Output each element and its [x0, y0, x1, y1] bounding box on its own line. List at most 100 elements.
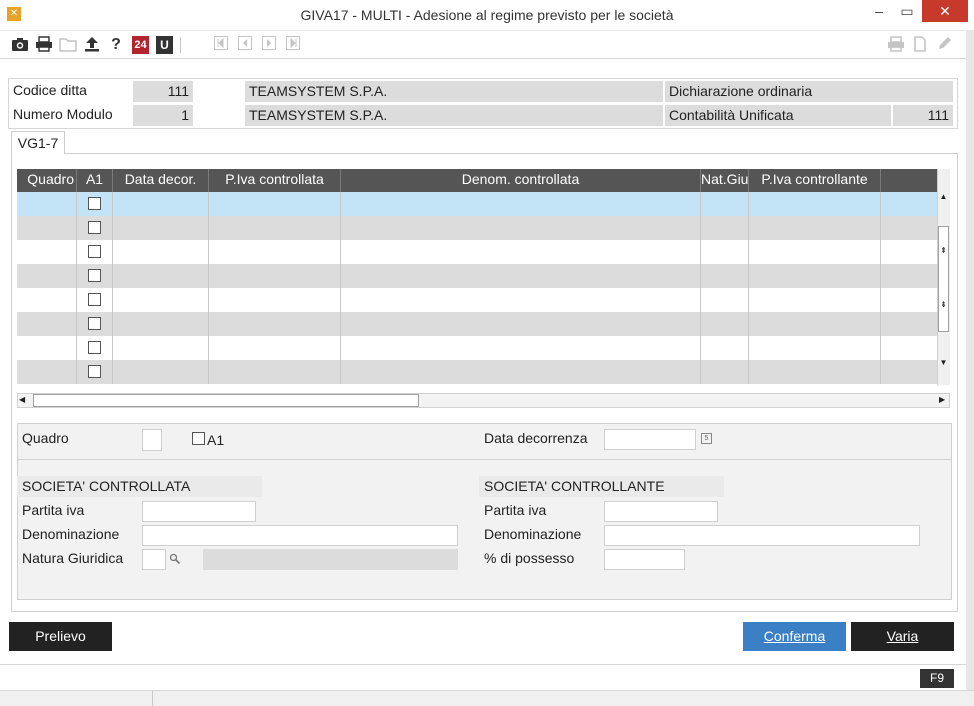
- col-nat-giu[interactable]: Nat.Giu: [701, 169, 749, 192]
- grid-cell-divider: [76, 264, 77, 288]
- grid-cell-divider: [76, 336, 77, 360]
- table-row[interactable]: [17, 312, 937, 336]
- prelievo-button[interactable]: Prelievo: [9, 622, 112, 651]
- first-record-icon[interactable]: [211, 36, 231, 54]
- window-edge: [966, 31, 974, 690]
- grid-cell-divider: [112, 336, 113, 360]
- table-row[interactable]: [17, 288, 937, 312]
- natura-giuridica-description: [203, 549, 458, 570]
- a1-label: A1: [207, 432, 225, 448]
- scroll-down-icon[interactable]: ▼: [937, 358, 950, 370]
- print-disabled-icon: [886, 36, 906, 54]
- col-denom-controllata[interactable]: Denom. controllata: [341, 169, 701, 192]
- grid-cell-divider: [340, 360, 341, 384]
- grid-cell-divider: [208, 312, 209, 336]
- table-row[interactable]: [17, 240, 937, 264]
- scroll-left-icon[interactable]: ◀: [19, 395, 25, 404]
- scroll-right-icon[interactable]: ▶: [939, 395, 945, 404]
- status-bar: [0, 664, 966, 690]
- table-row[interactable]: [17, 336, 937, 360]
- grid-cell-divider: [700, 192, 701, 216]
- controllante-partita-iva-label: Partita iva: [484, 502, 547, 518]
- grid-cell-divider: [748, 216, 749, 240]
- grid-cell-divider: [76, 240, 77, 264]
- grid-cell-divider: [748, 312, 749, 336]
- row-a1-checkbox[interactable]: [88, 221, 101, 234]
- calendar-24-icon[interactable]: 24: [132, 36, 149, 54]
- title-bar: ✕ GIVA17 - MULTI - Adesione al regime pr…: [0, 0, 974, 31]
- col-data-decor[interactable]: Data decor.: [113, 169, 209, 192]
- scroll-page-up-icon[interactable]: ⇞: [937, 246, 950, 258]
- row-a1-checkbox[interactable]: [88, 365, 101, 378]
- help-icon[interactable]: ?: [106, 36, 126, 54]
- varia-button[interactable]: Varia: [851, 622, 954, 651]
- row-a1-checkbox[interactable]: [88, 341, 101, 354]
- minimize-button[interactable]: –: [866, 0, 892, 22]
- grid-cell-divider: [76, 288, 77, 312]
- vertical-scroll-thumb[interactable]: [938, 226, 949, 332]
- toolbar: ? 24 U: [0, 31, 966, 59]
- search-icon[interactable]: [169, 552, 183, 566]
- grid-cell-divider: [112, 360, 113, 384]
- controllata-partita-iva-field[interactable]: [142, 501, 256, 522]
- horizontal-scroll-thumb[interactable]: [33, 394, 419, 407]
- col-a1[interactable]: A1: [77, 169, 113, 192]
- grid-cell-divider: [880, 360, 881, 384]
- possesso-field[interactable]: [604, 549, 685, 570]
- grid-cell-divider: [340, 288, 341, 312]
- table-row[interactable]: [17, 216, 937, 240]
- last-record-icon[interactable]: [283, 36, 303, 54]
- dichiarazione-value: Dichiarazione ordinaria: [665, 81, 953, 102]
- row-a1-checkbox[interactable]: [88, 197, 101, 210]
- col-quadro[interactable]: Quadro: [17, 169, 77, 192]
- col-piva-controllata[interactable]: P.Iva controllata: [209, 169, 341, 192]
- controllata-partita-iva-label: Partita iva: [22, 502, 85, 518]
- grid-cell-divider: [208, 288, 209, 312]
- conferma-button[interactable]: Conferma: [743, 622, 846, 651]
- next-record-icon[interactable]: [259, 36, 279, 54]
- close-button[interactable]: ✕: [922, 0, 968, 22]
- camera-icon[interactable]: [10, 36, 30, 54]
- grid-cell-divider: [208, 336, 209, 360]
- u-icon[interactable]: U: [156, 36, 173, 54]
- data-decorrenza-field[interactable]: [604, 429, 696, 450]
- row-a1-checkbox[interactable]: [88, 317, 101, 330]
- scroll-up-icon[interactable]: ▲: [937, 192, 950, 204]
- maximize-button[interactable]: ▭: [894, 0, 920, 22]
- table-row[interactable]: [17, 360, 937, 384]
- quadro-field[interactable]: [142, 429, 162, 451]
- grid-cell-divider: [208, 360, 209, 384]
- scroll-page-down-icon[interactable]: ⇟: [937, 300, 950, 312]
- table-row[interactable]: [17, 264, 937, 288]
- row-a1-checkbox[interactable]: [88, 293, 101, 306]
- grid-cell-divider: [76, 216, 77, 240]
- company-name: TEAMSYSTEM S.P.A.: [245, 81, 663, 102]
- a1-checkbox[interactable]: [192, 432, 205, 445]
- folder-icon[interactable]: [58, 36, 78, 54]
- controllata-section-title: SOCIETA' CONTROLLATA: [17, 476, 262, 497]
- natura-giuridica-field[interactable]: [142, 549, 166, 570]
- controllante-denominazione-label: Denominazione: [484, 526, 582, 542]
- calendar-icon[interactable]: 5: [701, 433, 712, 444]
- row-a1-checkbox[interactable]: [88, 245, 101, 258]
- controllante-denominazione-field[interactable]: [604, 525, 920, 546]
- grid-cell-divider: [208, 216, 209, 240]
- prev-record-icon[interactable]: [235, 36, 255, 54]
- row-a1-checkbox[interactable]: [88, 269, 101, 282]
- controllata-denominazione-field[interactable]: [142, 525, 458, 546]
- table-row[interactable]: [17, 192, 937, 216]
- upload-icon[interactable]: [82, 36, 102, 54]
- print-icon[interactable]: [34, 36, 54, 54]
- tab-vg1-7[interactable]: VG1-7: [11, 131, 65, 154]
- grid-cell-divider: [880, 240, 881, 264]
- grid-cell-divider: [700, 312, 701, 336]
- window-title: GIVA17 - MULTI - Adesione al regime prev…: [300, 7, 674, 23]
- grid-cell-divider: [112, 312, 113, 336]
- f9-key-indicator[interactable]: F9: [920, 669, 954, 688]
- col-piva-controllante[interactable]: P.Iva controllante: [749, 169, 881, 192]
- grid-cell-divider: [340, 336, 341, 360]
- grid-cell-divider: [700, 240, 701, 264]
- codice-ditta-label: Codice ditta: [13, 82, 87, 98]
- edit-disabled-icon: [934, 36, 954, 54]
- controllante-partita-iva-field[interactable]: [604, 501, 718, 522]
